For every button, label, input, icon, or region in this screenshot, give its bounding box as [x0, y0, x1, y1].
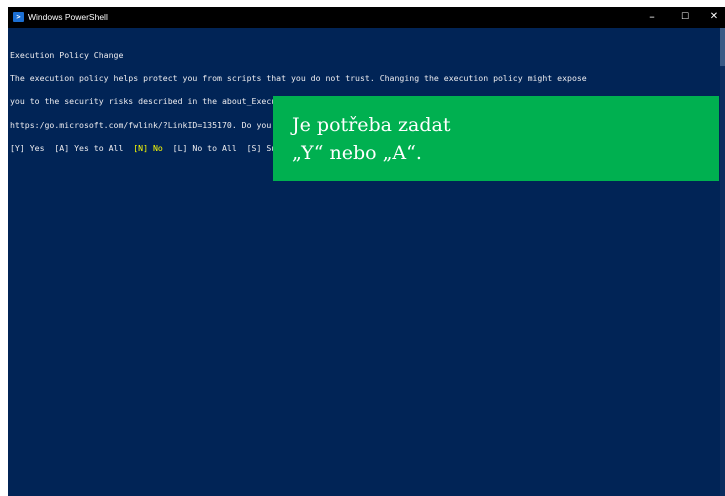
prompt-no-option: [N] No — [133, 143, 163, 154]
prompt-yes-options: [Y] Yes [A] Yes to All — [10, 143, 134, 154]
vertical-scrollbar[interactable] — [720, 28, 725, 496]
minimize-button[interactable]: – — [638, 7, 666, 28]
title-bar[interactable]: > Windows PowerShell – ☐ ✕ — [8, 7, 725, 28]
powershell-window: > Windows PowerShell – ☐ ✕ Execution Pol… — [8, 7, 725, 496]
close-button[interactable]: ✕ — [700, 7, 725, 28]
powershell-icon: > — [13, 12, 24, 22]
callout-line-1: Je potřeba zadat — [292, 114, 451, 136]
scrollbar-thumb[interactable] — [720, 28, 725, 66]
maximize-button[interactable]: ☐ — [671, 7, 699, 28]
callout-line-2: „Y“ nebo „A“. — [292, 142, 422, 164]
instruction-callout: Je potřeba zadat „Y“ nebo „A“. — [273, 96, 719, 181]
window-title: Windows PowerShell — [28, 12, 108, 22]
console-line: The execution policy helps protect you f… — [10, 72, 587, 83]
console-heading: Execution Policy Change — [10, 49, 124, 60]
